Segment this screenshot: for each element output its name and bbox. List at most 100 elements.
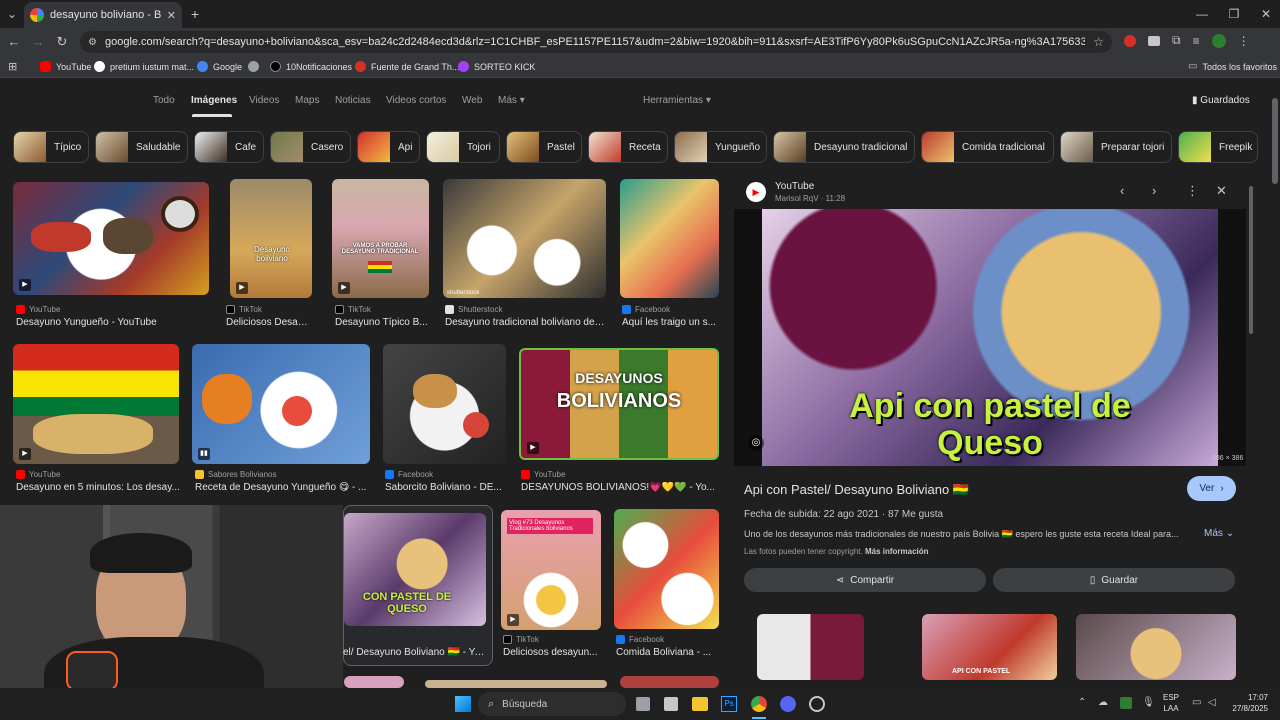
bookmark-star-icon[interactable]: ☆ [1093, 35, 1104, 49]
result-image-10[interactable]: CON PASTEL DE QUESO [344, 513, 486, 626]
address-bar[interactable]: ⚙ google.com/search?q=desayuno+boliviano… [80, 31, 1112, 53]
reload-icon[interactable]: ↻ [52, 34, 72, 50]
windows-start-icon[interactable] [455, 696, 471, 712]
result-image-4[interactable]: shutterstock [443, 179, 606, 298]
discord-icon[interactable] [780, 696, 796, 712]
puzzle-icon[interactable]: ⧉ [1172, 33, 1181, 48]
result-caption[interactable]: Comida Boliviana - ... [616, 647, 719, 658]
related-image-2[interactable]: API CON PASTEL [922, 614, 1057, 680]
tools-button[interactable]: Herramientas ▾ [643, 95, 711, 106]
result-caption[interactable]: Saborcito Boliviano - DE... [385, 482, 506, 493]
result-caption[interactable]: Deliciosos Desayu... [226, 317, 312, 328]
chip-cafe[interactable]: Cafe [194, 131, 264, 163]
result-image-7[interactable]: ▮▮ [192, 344, 370, 464]
result-image-12[interactable] [614, 509, 719, 629]
app-icon[interactable] [664, 697, 678, 711]
lens-search-icon[interactable]: ◎ [748, 435, 764, 451]
volume-icon[interactable]: ◁ [1208, 697, 1216, 708]
app-icon[interactable] [809, 696, 825, 712]
result-image-partial[interactable] [344, 676, 404, 688]
bookmark-pretium[interactable]: pretium iustum mat... [94, 61, 194, 72]
bookmark-sorteo[interactable]: SORTEO KICK [458, 61, 535, 72]
bookmark-notificaciones[interactable]: 10Notificaciones [270, 61, 352, 72]
result-image-3[interactable]: VAMOS A PROBAR DESAYUNO TRADICIONAL ▶ [332, 179, 429, 298]
microphone-icon[interactable]: 🎙 [1142, 697, 1155, 708]
bookmark-grand-theft[interactable]: Fuente de Grand Th... [355, 61, 459, 72]
browser-menu-icon[interactable]: ⋮ [1238, 34, 1250, 48]
file-explorer-icon[interactable] [692, 697, 708, 711]
result-caption[interactable]: Deliciosos desayun... [503, 647, 601, 658]
back-icon[interactable]: ← [4, 34, 24, 49]
result-image-11[interactable]: Vlog #73 Desayunos Tradicionales bolivia… [501, 510, 601, 630]
language-indicator[interactable]: ESP LAA [1163, 692, 1179, 714]
preview-image[interactable]: Api con pastel de Queso [762, 209, 1218, 466]
result-image-9[interactable]: DESAYUNOS BOLIVIANOS ▶ [519, 348, 719, 460]
tab-imagenes[interactable]: Imágenes [191, 95, 237, 106]
result-image-5[interactable] [620, 179, 719, 298]
panel-site-name[interactable]: YouTube [775, 181, 814, 192]
tab-web[interactable]: Web [462, 95, 482, 106]
result-image-partial[interactable] [620, 676, 719, 688]
photoshop-icon[interactable]: Ps [721, 696, 737, 712]
tab-search-icon[interactable]: ⌄ [4, 0, 20, 28]
next-icon[interactable]: › [1152, 183, 1156, 198]
chip-desayuno-tradicional[interactable]: Desayuno tradicional [773, 131, 915, 163]
bookmark-unnamed[interactable] [248, 61, 259, 72]
chip-yungueno[interactable]: Yungueño [674, 131, 767, 163]
chip-comida-tradicional[interactable]: Comida tradicional [921, 131, 1054, 163]
chip-pastel[interactable]: Pastel [506, 131, 582, 163]
result-image-1[interactable]: ▶ [13, 182, 209, 295]
chip-tojori[interactable]: Tojori [426, 131, 500, 163]
save-button[interactable]: ▯ Guardar [993, 568, 1235, 592]
result-caption[interactable]: Desayuno tradicional boliviano de l... [445, 317, 606, 328]
result-image-6[interactable]: ▶ [13, 344, 179, 464]
more-description-button[interactable]: Más ⌄ [1204, 528, 1234, 539]
result-caption[interactable]: Desayuno Típico B... [335, 317, 429, 328]
forward-icon[interactable]: → [28, 34, 48, 49]
chip-freepik[interactable]: Freepik [1178, 131, 1258, 163]
tab-mas[interactable]: Más ▾ [498, 95, 525, 106]
bookmark-youtube[interactable]: YouTube [40, 61, 91, 72]
saved-button[interactable]: ▮ Guardados [1192, 95, 1250, 106]
apps-grid-icon[interactable]: ⊞ [8, 60, 17, 73]
extension-red-icon[interactable] [1124, 34, 1136, 47]
chip-preparar-tojori[interactable]: Preparar tojori [1060, 131, 1172, 163]
media-icon[interactable]: ≡ [1193, 34, 1200, 48]
result-caption[interactable]: el/ Desayuno Boliviano 🇧🇴 - Yo... [343, 647, 488, 658]
cloud-icon[interactable]: ☁ [1098, 697, 1108, 708]
tray-chevron-icon[interactable]: ⌃ [1078, 697, 1086, 708]
previous-icon[interactable]: ‹ [1120, 183, 1124, 198]
result-caption[interactable]: Desayuno Yungueño - YouTube [16, 317, 212, 328]
all-bookmarks[interactable]: ▭ Todos los favoritos [1188, 61, 1277, 72]
chip-api[interactable]: Api [357, 131, 420, 163]
extension-icon[interactable] [1148, 35, 1160, 46]
bookmark-google[interactable]: Google [197, 61, 242, 72]
new-tab-button[interactable]: + [186, 0, 204, 28]
chip-receta[interactable]: Receta [588, 131, 668, 163]
profile-avatar[interactable] [1211, 33, 1226, 48]
taskbar-search[interactable]: ⌕ Búsqueda [478, 692, 626, 716]
site-info-icon[interactable]: ⚙ [88, 37, 97, 48]
result-image-partial[interactable] [425, 680, 607, 688]
chrome-icon[interactable] [751, 696, 767, 712]
result-caption[interactable]: Desayuno en 5 minutos: Los desay... [16, 482, 182, 493]
restore-icon[interactable]: ❐ [1224, 0, 1244, 28]
page-scrollbar[interactable] [1272, 98, 1278, 184]
chip-tipico[interactable]: Típico [13, 131, 89, 163]
tab-maps[interactable]: Maps [295, 95, 319, 106]
network-icon[interactable]: ▭ [1192, 697, 1201, 708]
minimize-icon[interactable]: — [1192, 0, 1212, 28]
result-image-8[interactable] [383, 344, 506, 464]
tab-todo[interactable]: Todo [153, 95, 175, 106]
task-view-icon[interactable] [636, 697, 650, 711]
result-caption[interactable]: Receta de Desayuno Yungueño 😋 - ... [195, 482, 367, 493]
chip-casero[interactable]: Casero [270, 131, 351, 163]
close-panel-icon[interactable]: ✕ [1216, 183, 1227, 199]
tab-noticias[interactable]: Noticias [335, 95, 371, 106]
chip-saludable[interactable]: Saludable [95, 131, 188, 163]
share-button[interactable]: ⋖ Compartir [744, 568, 986, 592]
tab-active[interactable]: desayuno boliviano - Buscar co ✕ [24, 2, 182, 28]
result-caption[interactable]: DESAYUNOS BOLIVIANOS!💗💛💚 - Yo... [521, 482, 717, 493]
result-caption[interactable]: Aquí les traigo un s... [622, 317, 719, 328]
preview-title[interactable]: Api con Pastel/ Desayuno Boliviano 🇧🇴 [744, 482, 1164, 498]
